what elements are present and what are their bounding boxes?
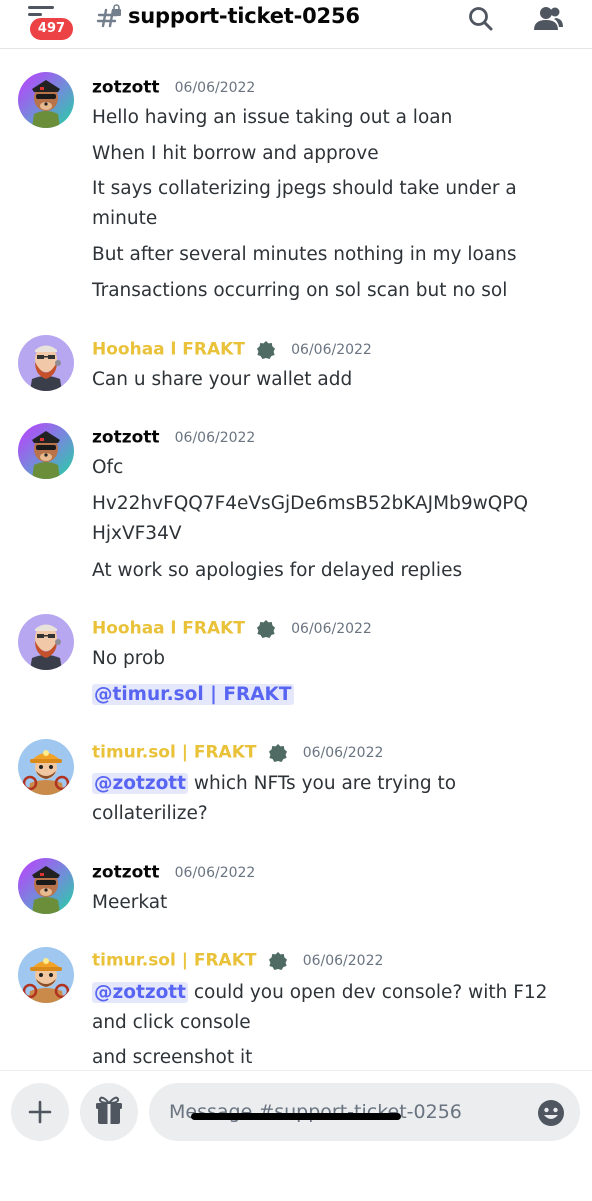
hashtag-lock-icon [95,4,123,36]
message-text: But after several minutes nothing in my … [92,244,517,265]
message-list: zotzott 06/06/2022 Hello having an issue… [0,49,592,1070]
author-name[interactable]: Hoohaa l FRAKT [92,619,245,639]
timestamp: 06/06/2022 [174,79,256,96]
message-text: HjxVF34V [92,523,182,544]
emoji-icon [538,1100,564,1126]
author-name[interactable]: Hoohaa l FRAKT [92,340,245,360]
timestamp: 06/06/2022 [302,744,384,761]
home-indicator[interactable] [191,1113,401,1120]
message-text: Can u share your wallet add [92,369,353,390]
message-header: Hoohaa l FRAKT 06/06/2022 [92,339,372,363]
channel-title: support-ticket-0256 [128,4,360,28]
message-text: When I hit borrow and approve [92,143,379,164]
meerkat-avatar[interactable] [18,72,74,128]
search-icon [469,7,493,31]
members-icon [534,7,563,30]
meerkat-avatar[interactable] [18,423,74,479]
message-input[interactable] [149,1083,580,1141]
user-mention[interactable]: @timur.sol | FRAKT [92,684,294,705]
message-text-fragment: which NFTs you are trying to [188,773,457,794]
bearded-man-avatar[interactable] [18,335,74,391]
members-button[interactable] [532,4,564,34]
channel-header: 497 support-ticket-0256 [0,0,592,49]
timestamp: 06/06/2022 [291,341,372,358]
author-name[interactable]: zotzott [92,428,160,448]
message-text: and click console [92,1012,251,1033]
message-text: No prob [92,648,166,669]
moderator-badge-icon [256,340,276,360]
author-name[interactable]: timur.sol | FRAKT [92,951,257,971]
miner-avatar[interactable] [18,739,74,795]
moderator-badge-icon [268,743,288,763]
gift-button[interactable] [80,1083,138,1141]
message-header: zotzott 06/06/2022 [92,77,255,101]
message-text: At work so apologies for delayed replies [92,560,463,581]
message-header: Hoohaa l FRAKT 06/06/2022 [92,618,372,642]
user-mention[interactable]: @zotzott [92,773,188,794]
timestamp: 06/06/2022 [174,429,256,446]
meerkat-avatar[interactable] [18,858,74,914]
timestamp: 06/06/2022 [302,952,384,969]
plus-icon [28,1100,52,1124]
message-header: zotzott 06/06/2022 [92,427,255,451]
message-text: Meerkat [92,892,168,913]
moderator-badge-icon [268,951,288,971]
message-text: Hello having an issue taking out a loan [92,107,453,128]
message-composer [0,1070,592,1201]
message-text-fragment: could you open dev console? with F12 [188,982,548,1003]
message-text: Ofc [92,457,124,478]
add-attachment-button[interactable] [11,1083,69,1141]
menu-button[interactable]: 497 [26,2,75,42]
miner-avatar[interactable] [18,947,74,1003]
message-text: Hv22hvFQQ7F4eVsGjDe6msB52bKAJMb9wQPQ [92,493,529,514]
message-text: @timur.sol | FRAKT [92,680,578,710]
message-text: collaterilize? [92,803,208,824]
message-text: @zotzott could you open dev console? wit… [92,978,578,1008]
message-header: zotzott 06/06/2022 [92,862,255,886]
message-text: It says collaterizing jpegs should take … [92,178,517,199]
message-text: minute [92,208,158,229]
message-text: Transactions occurring on sol scan but n… [92,280,508,301]
message-header: timur.sol | FRAKT 06/06/2022 [92,950,383,974]
unread-badge: 497 [28,16,75,42]
emoji-button[interactable] [536,1098,566,1132]
author-name[interactable]: timur.sol | FRAKT [92,743,257,763]
message-header: timur.sol | FRAKT 06/06/2022 [92,742,383,766]
timestamp: 06/06/2022 [174,864,256,881]
moderator-badge-icon [256,619,276,639]
timestamp: 06/06/2022 [291,620,372,637]
message-text: and screenshot it [92,1047,253,1068]
message-text: @zotzott which NFTs you are trying to [92,769,578,799]
user-mention[interactable]: @zotzott [92,982,188,1003]
gift-icon [96,1096,122,1124]
author-name[interactable]: zotzott [92,78,160,98]
author-name[interactable]: zotzott [92,863,160,883]
bearded-man-avatar[interactable] [18,614,74,670]
search-button[interactable] [466,4,498,34]
